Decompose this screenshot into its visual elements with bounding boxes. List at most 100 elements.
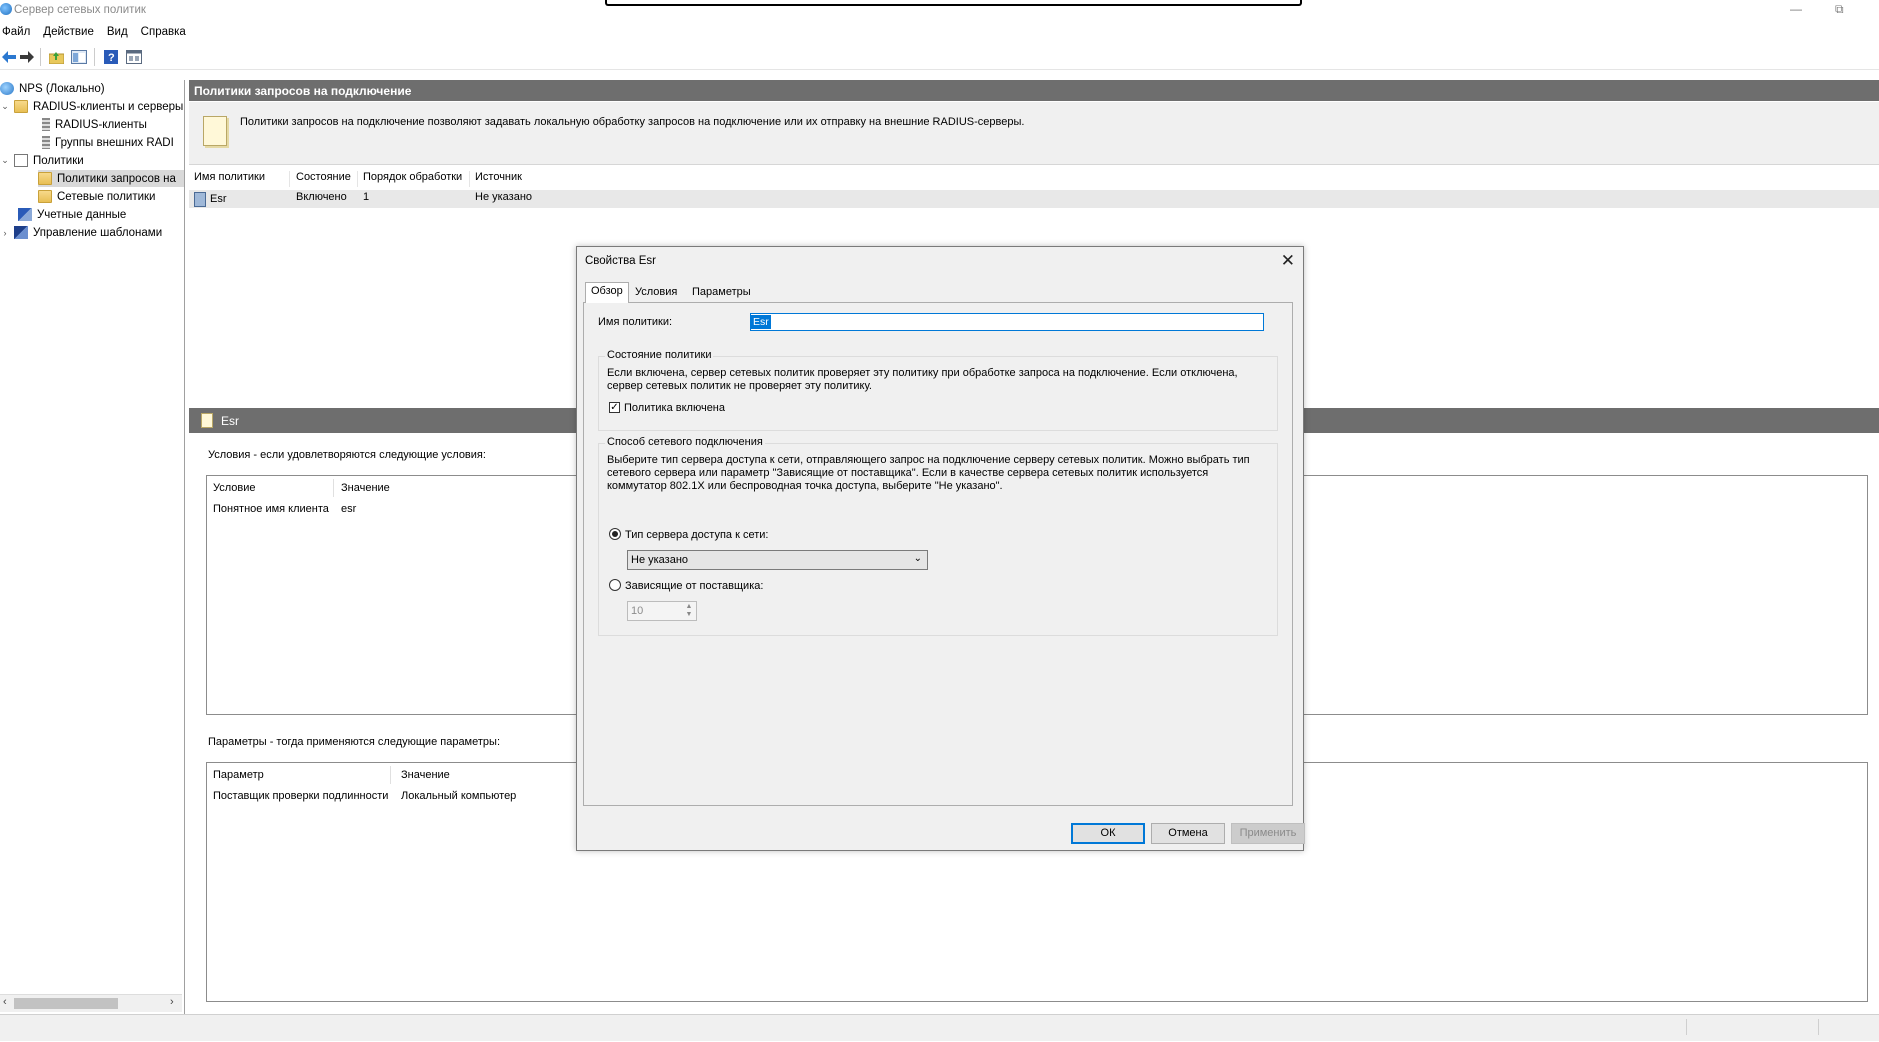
column-header-parameter[interactable]: Параметр xyxy=(213,769,264,781)
apply-button[interactable]: Применить xyxy=(1231,823,1305,844)
tree-node-remote-radius-groups[interactable]: Группы внешних RADI xyxy=(42,134,174,151)
toolbar-separator xyxy=(94,48,95,66)
tree-node-radius-clients[interactable]: RADIUS-клиенты xyxy=(42,116,147,133)
condition-value: esr xyxy=(341,503,357,515)
properties-dialog: Свойства Esr ✕ Обзор Условия Параметры И… xyxy=(576,246,1305,851)
settings-label: Параметры - тогда применяются следующие … xyxy=(208,736,500,748)
policy-name-input[interactable] xyxy=(750,313,1264,331)
vendor-specific-spinner: 10 ▲ ▼ xyxy=(627,601,697,621)
connection-method-group: Способ сетевого подключения Выберите тип… xyxy=(598,436,1278,636)
tree-node-nps-local[interactable]: NPS (Локально) xyxy=(0,80,105,97)
column-header-name[interactable]: Имя политики xyxy=(189,171,290,187)
scroll-right-icon[interactable]: › xyxy=(170,996,174,1008)
scroll-left-icon[interactable]: ‹ xyxy=(3,996,7,1008)
minimize-icon[interactable]: — xyxy=(1790,2,1802,16)
description-panel: Политики запросов на подключение позволя… xyxy=(189,102,1879,165)
tab-panel-overview: Имя политики: Esr Состояние политики Есл… xyxy=(583,302,1293,806)
condition-name: Понятное имя клиента xyxy=(213,503,329,515)
results-pane-header: Политики запросов на подключение xyxy=(189,80,1879,101)
globe-icon xyxy=(0,82,14,95)
dialog-title: Свойства Esr xyxy=(585,255,656,267)
policy-state-group: Состояние политики Если включена, сервер… xyxy=(598,349,1278,431)
tree-node-label: Группы внешних RADI xyxy=(55,136,174,149)
spin-down-icon: ▼ xyxy=(685,611,693,618)
spin-up-icon: ▲ xyxy=(685,603,693,610)
svg-text:?: ? xyxy=(108,52,115,64)
vendor-specific-radio[interactable] xyxy=(609,579,621,591)
column-header-order[interactable]: Порядок обработки xyxy=(358,171,470,187)
show-hide-tree-icon[interactable] xyxy=(71,49,87,65)
menu-action[interactable]: Действие xyxy=(42,23,102,38)
menu-bar: Файл Действие Вид Справка xyxy=(0,23,1879,43)
tree-horizontal-scrollbar[interactable]: ‹ › xyxy=(0,994,182,1012)
column-header-condition[interactable]: Условие xyxy=(213,482,256,494)
connection-method-description: Выберите тип сервера доступа к сети, отп… xyxy=(607,454,1250,492)
tree-node-label: Учетные данные xyxy=(37,208,127,221)
row-source-cell: Не указано xyxy=(475,191,533,203)
menu-view[interactable]: Вид xyxy=(106,23,136,38)
forward-icon[interactable] xyxy=(19,49,35,65)
tree-node-accounting[interactable]: Учетные данные xyxy=(18,206,126,223)
tree-node-network-policies[interactable]: Сетевые политики xyxy=(38,188,155,205)
server-icon xyxy=(42,136,50,149)
document-icon xyxy=(201,413,213,428)
column-divider xyxy=(333,479,334,497)
menu-help[interactable]: Справка xyxy=(140,23,194,38)
help-icon[interactable]: ? xyxy=(103,49,119,65)
vendor-specific-label[interactable]: Зависящие от поставщика: xyxy=(625,580,763,593)
policy-doc-icon xyxy=(14,154,28,167)
tree-node-templates[interactable]: › Управление шаблонами xyxy=(0,224,162,241)
description-text: Политики запросов на подключение позволя… xyxy=(240,116,1025,128)
column-header-state[interactable]: Состояние xyxy=(291,171,358,187)
tree-node-policies[interactable]: ⌄ Политики xyxy=(0,152,84,169)
folder-icon xyxy=(14,100,28,113)
restore-icon[interactable]: ⧉ xyxy=(1835,2,1844,17)
chevron-down-icon[interactable]: ⌄ xyxy=(0,155,10,166)
status-bar xyxy=(0,1014,1879,1041)
tree-node-label: RADIUS-клиенты и серверы xyxy=(33,100,184,113)
tab-overview[interactable]: Обзор xyxy=(585,282,629,303)
connection-method-legend: Способ сетевого подключения xyxy=(605,436,765,448)
nas-type-radio[interactable] xyxy=(609,528,621,540)
tree-node-radius-clients-servers[interactable]: ⌄ RADIUS-клиенты и серверы xyxy=(0,98,183,115)
scrollbar-thumb[interactable] xyxy=(14,998,118,1009)
policy-enabled-checkbox[interactable]: ✓ xyxy=(609,402,620,413)
menu-file[interactable]: Файл xyxy=(1,23,38,38)
tab-conditions[interactable]: Условия xyxy=(630,284,682,301)
column-header-value[interactable]: Значение xyxy=(401,769,450,781)
tree-node-connection-request-policies[interactable]: Политики запросов на xyxy=(38,170,184,187)
policy-enabled-label[interactable]: Политика включена xyxy=(624,402,725,415)
details-pane-title: Esr xyxy=(221,414,239,428)
nas-type-select[interactable]: Не указано ⌄ xyxy=(627,550,928,570)
nas-type-selected: Не указано xyxy=(631,554,689,566)
close-icon[interactable]: ✕ xyxy=(1281,251,1295,271)
setting-name: Поставщик проверки подлинности xyxy=(213,790,389,802)
title-bar: Сервер сетевых политик — ⧉ xyxy=(0,0,1879,22)
policy-name-value[interactable]: Esr xyxy=(751,315,771,329)
back-icon[interactable] xyxy=(1,49,17,65)
tree-node-label: Сетевые политики xyxy=(57,190,156,203)
up-folder-icon[interactable] xyxy=(48,49,64,65)
chevron-down-icon[interactable]: ⌄ xyxy=(0,101,10,112)
tree-node-label: NPS (Локально) xyxy=(19,82,105,95)
folder-icon xyxy=(38,190,52,203)
chevron-right-icon[interactable]: › xyxy=(0,228,10,238)
nps-app-icon xyxy=(0,3,12,15)
templates-icon xyxy=(14,226,28,239)
cancel-button[interactable]: Отмена xyxy=(1151,823,1225,844)
ok-button[interactable]: ОК xyxy=(1071,823,1145,844)
nas-type-label[interactable]: Тип сервера доступа к сети: xyxy=(625,529,768,542)
vendor-spinner-value: 10 xyxy=(631,605,644,617)
toolbar: ? xyxy=(0,45,1879,70)
column-header-value[interactable]: Значение xyxy=(341,482,390,494)
column-header-source[interactable]: Источник xyxy=(470,171,550,187)
accounting-icon xyxy=(18,208,32,221)
table-row[interactable] xyxy=(189,190,1879,208)
row-order-cell: 1 xyxy=(363,191,370,203)
results-pane-title: Политики запросов на подключение xyxy=(194,84,412,98)
properties-icon[interactable] xyxy=(126,49,142,65)
tab-settings[interactable]: Параметры xyxy=(687,284,756,301)
console-tree: NPS (Локально) ⌄ RADIUS-клиенты и сервер… xyxy=(0,80,185,1014)
policy-state-description: Если включена, сервер сетевых политик пр… xyxy=(607,367,1238,392)
tree-node-label: Политики запросов на xyxy=(57,172,176,185)
